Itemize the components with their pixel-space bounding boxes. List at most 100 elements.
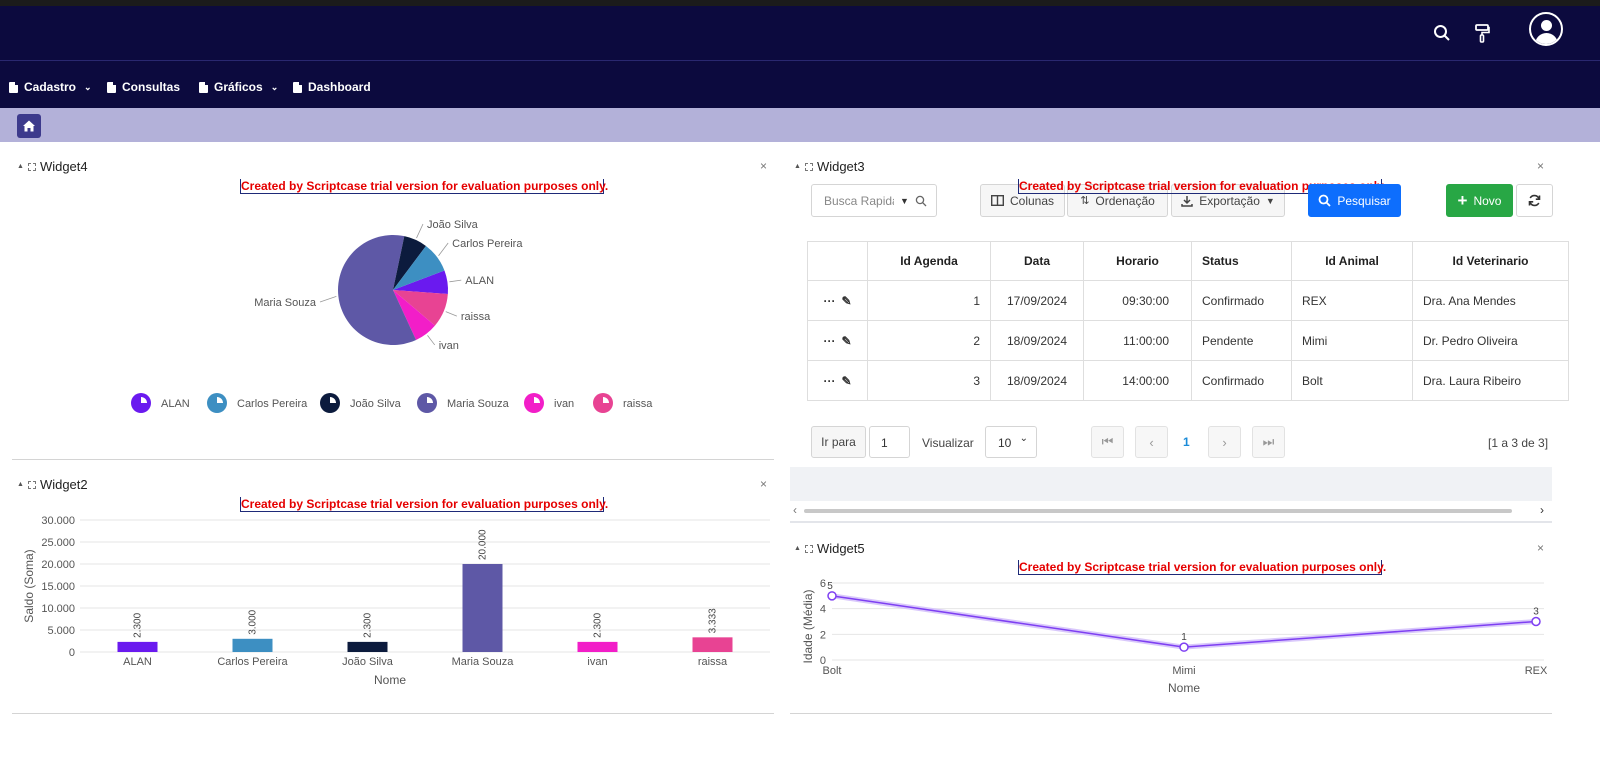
home-icon <box>23 120 35 132</box>
y-tick-label: 4 <box>820 604 826 616</box>
column-header[interactable]: Id Animal <box>1291 241 1413 281</box>
more-icon[interactable]: ··· <box>823 294 835 308</box>
close-icon[interactable]: × <box>1537 159 1544 173</box>
search-icon[interactable] <box>1433 24 1451 47</box>
pie-leader-line <box>449 279 462 283</box>
expand-icon[interactable] <box>804 544 813 553</box>
widget-title-text: Widget4 <box>39 159 88 174</box>
chevron-down-icon: ⌄ <box>84 81 92 92</box>
column-header[interactable]: Status <box>1191 241 1292 281</box>
bar <box>577 641 618 652</box>
edit-icon[interactable]: ✎ <box>841 294 851 308</box>
page-size-select[interactable]: 10 ⌄ <box>985 426 1037 458</box>
nav-item-graficos[interactable]: Gráficos ⌄ <box>199 80 278 94</box>
cell: 11:00:00 <box>1083 320 1192 361</box>
legend-label: ALAN <box>161 398 190 410</box>
goto-page-input[interactable]: 1 <box>869 426 910 458</box>
nav-item-label: Cadastro <box>24 80 77 94</box>
sort-icon: ⇅ <box>1080 195 1090 207</box>
user-avatar-icon[interactable] <box>1529 12 1563 46</box>
widget-divider <box>790 521 1552 523</box>
pie-leader-line <box>319 296 337 303</box>
x-tick-label: Mimi <box>1172 665 1195 677</box>
x-tick-label: ivan <box>587 656 607 668</box>
more-icon[interactable]: ··· <box>823 334 835 348</box>
widget4-title: ▲ Widget4 <box>17 159 88 174</box>
paint-roller-icon[interactable] <box>1474 24 1490 49</box>
widget2-title: ▲ Widget2 <box>17 477 88 492</box>
collapse-icon[interactable]: ▲ <box>17 163 24 170</box>
search-button[interactable]: Pesquisar <box>1308 184 1401 217</box>
close-icon[interactable]: × <box>760 477 767 491</box>
pie-label: Maria Souza <box>254 297 317 309</box>
cell: 3 <box>867 360 991 401</box>
search-icon[interactable] <box>915 195 927 207</box>
collapse-icon[interactable]: ▲ <box>794 163 801 170</box>
horizontal-scrollbar[interactable]: ‹ › <box>790 503 1552 518</box>
prev-page-button[interactable]: ‹ <box>1135 426 1168 458</box>
table-row: ··· ✎ 2 18/09/2024 11:00:00 Pendente Mimi… <box>807 320 1569 361</box>
bar-value-label: 3.000 <box>248 609 259 634</box>
refresh-button[interactable] <box>1516 184 1553 217</box>
column-header[interactable]: Id Veterinario <box>1412 241 1569 281</box>
last-page-button[interactable]: ⏭ <box>1252 426 1285 458</box>
x-tick-label: Bolt <box>823 665 842 677</box>
nav-item-dashboard[interactable]: Dashboard <box>293 80 371 94</box>
edit-icon[interactable]: ✎ <box>841 334 851 348</box>
pie-label: ivan <box>439 340 459 352</box>
caret-down-icon[interactable]: ▼ <box>900 196 909 206</box>
pie-leader-line <box>445 311 458 317</box>
quick-search-input[interactable]: Busca Rapida ▼ <box>811 184 937 217</box>
more-icon[interactable]: ··· <box>823 374 835 388</box>
collapse-icon[interactable]: ▲ <box>794 545 801 552</box>
x-tick-label: raissa <box>698 656 728 668</box>
line-chart: 0246 5Bolt1Mimi3REXNomeIdade (Média) <box>801 578 1548 695</box>
scrollbar-thumb[interactable] <box>804 509 1512 513</box>
scroll-right-icon[interactable]: › <box>1540 503 1544 517</box>
table-row: ··· ✎ 1 17/09/2024 09:30:00 Confirmado RE… <box>807 280 1569 321</box>
app-header <box>0 6 1600 60</box>
close-icon[interactable]: × <box>1537 541 1544 555</box>
next-page-button[interactable]: › <box>1208 426 1241 458</box>
quick-search-placeholder: Busca Rapida <box>824 193 894 208</box>
nav-item-label: Consultas <box>122 80 181 94</box>
y-tick-label: 2 <box>820 629 826 641</box>
goto-button[interactable]: Ir para <box>811 426 866 458</box>
legend-label: ivan <box>554 398 574 410</box>
x-tick-label: Carlos Pereira <box>217 656 288 668</box>
collapse-icon[interactable]: ▲ <box>17 481 24 488</box>
edit-icon[interactable]: ✎ <box>841 374 851 388</box>
nav-item-cadastro[interactable]: Cadastro ⌄ <box>9 80 92 94</box>
caret-down-icon: ▼ <box>1265 195 1275 206</box>
bar <box>232 638 273 652</box>
nav-item-label: Dashboard <box>308 80 371 94</box>
tab-bar <box>0 108 1600 142</box>
expand-icon[interactable] <box>27 162 36 171</box>
download-icon <box>1181 195 1193 207</box>
bar-value-label: 3.333 <box>708 608 719 633</box>
new-button[interactable]: + Novo <box>1446 184 1513 217</box>
column-header[interactable]: Horario <box>1083 241 1192 281</box>
row-actions: ··· ✎ <box>807 280 868 321</box>
pie-leader-line <box>416 223 424 239</box>
scroll-left-icon[interactable]: ‹ <box>793 503 797 517</box>
page-size-value: 10 <box>998 436 1012 450</box>
current-page[interactable]: 1 <box>1183 435 1190 449</box>
appointments-table: Id Agenda Data Horario Status Id Animal … <box>807 241 1569 401</box>
nav-item-consultas[interactable]: Consultas <box>107 80 180 94</box>
column-header[interactable]: Data <box>990 241 1084 281</box>
search-icon <box>1318 194 1331 207</box>
first-page-button[interactable]: ⏮ <box>1091 426 1124 458</box>
expand-icon[interactable] <box>27 480 36 489</box>
cell: 14:00:00 <box>1083 360 1192 401</box>
cell: Confirmado <box>1191 360 1292 401</box>
expand-icon[interactable] <box>804 162 813 171</box>
cell: 1 <box>867 280 991 321</box>
legend-label: João Silva <box>350 398 402 410</box>
close-icon[interactable]: × <box>760 159 767 173</box>
column-header[interactable]: Id Agenda <box>867 241 991 281</box>
home-button[interactable] <box>17 114 41 138</box>
table-row: ··· ✎ 3 18/09/2024 14:00:00 Confirmado Bo… <box>807 360 1569 401</box>
pie-label: Carlos Pereira <box>452 238 523 250</box>
actions-header <box>807 241 868 281</box>
